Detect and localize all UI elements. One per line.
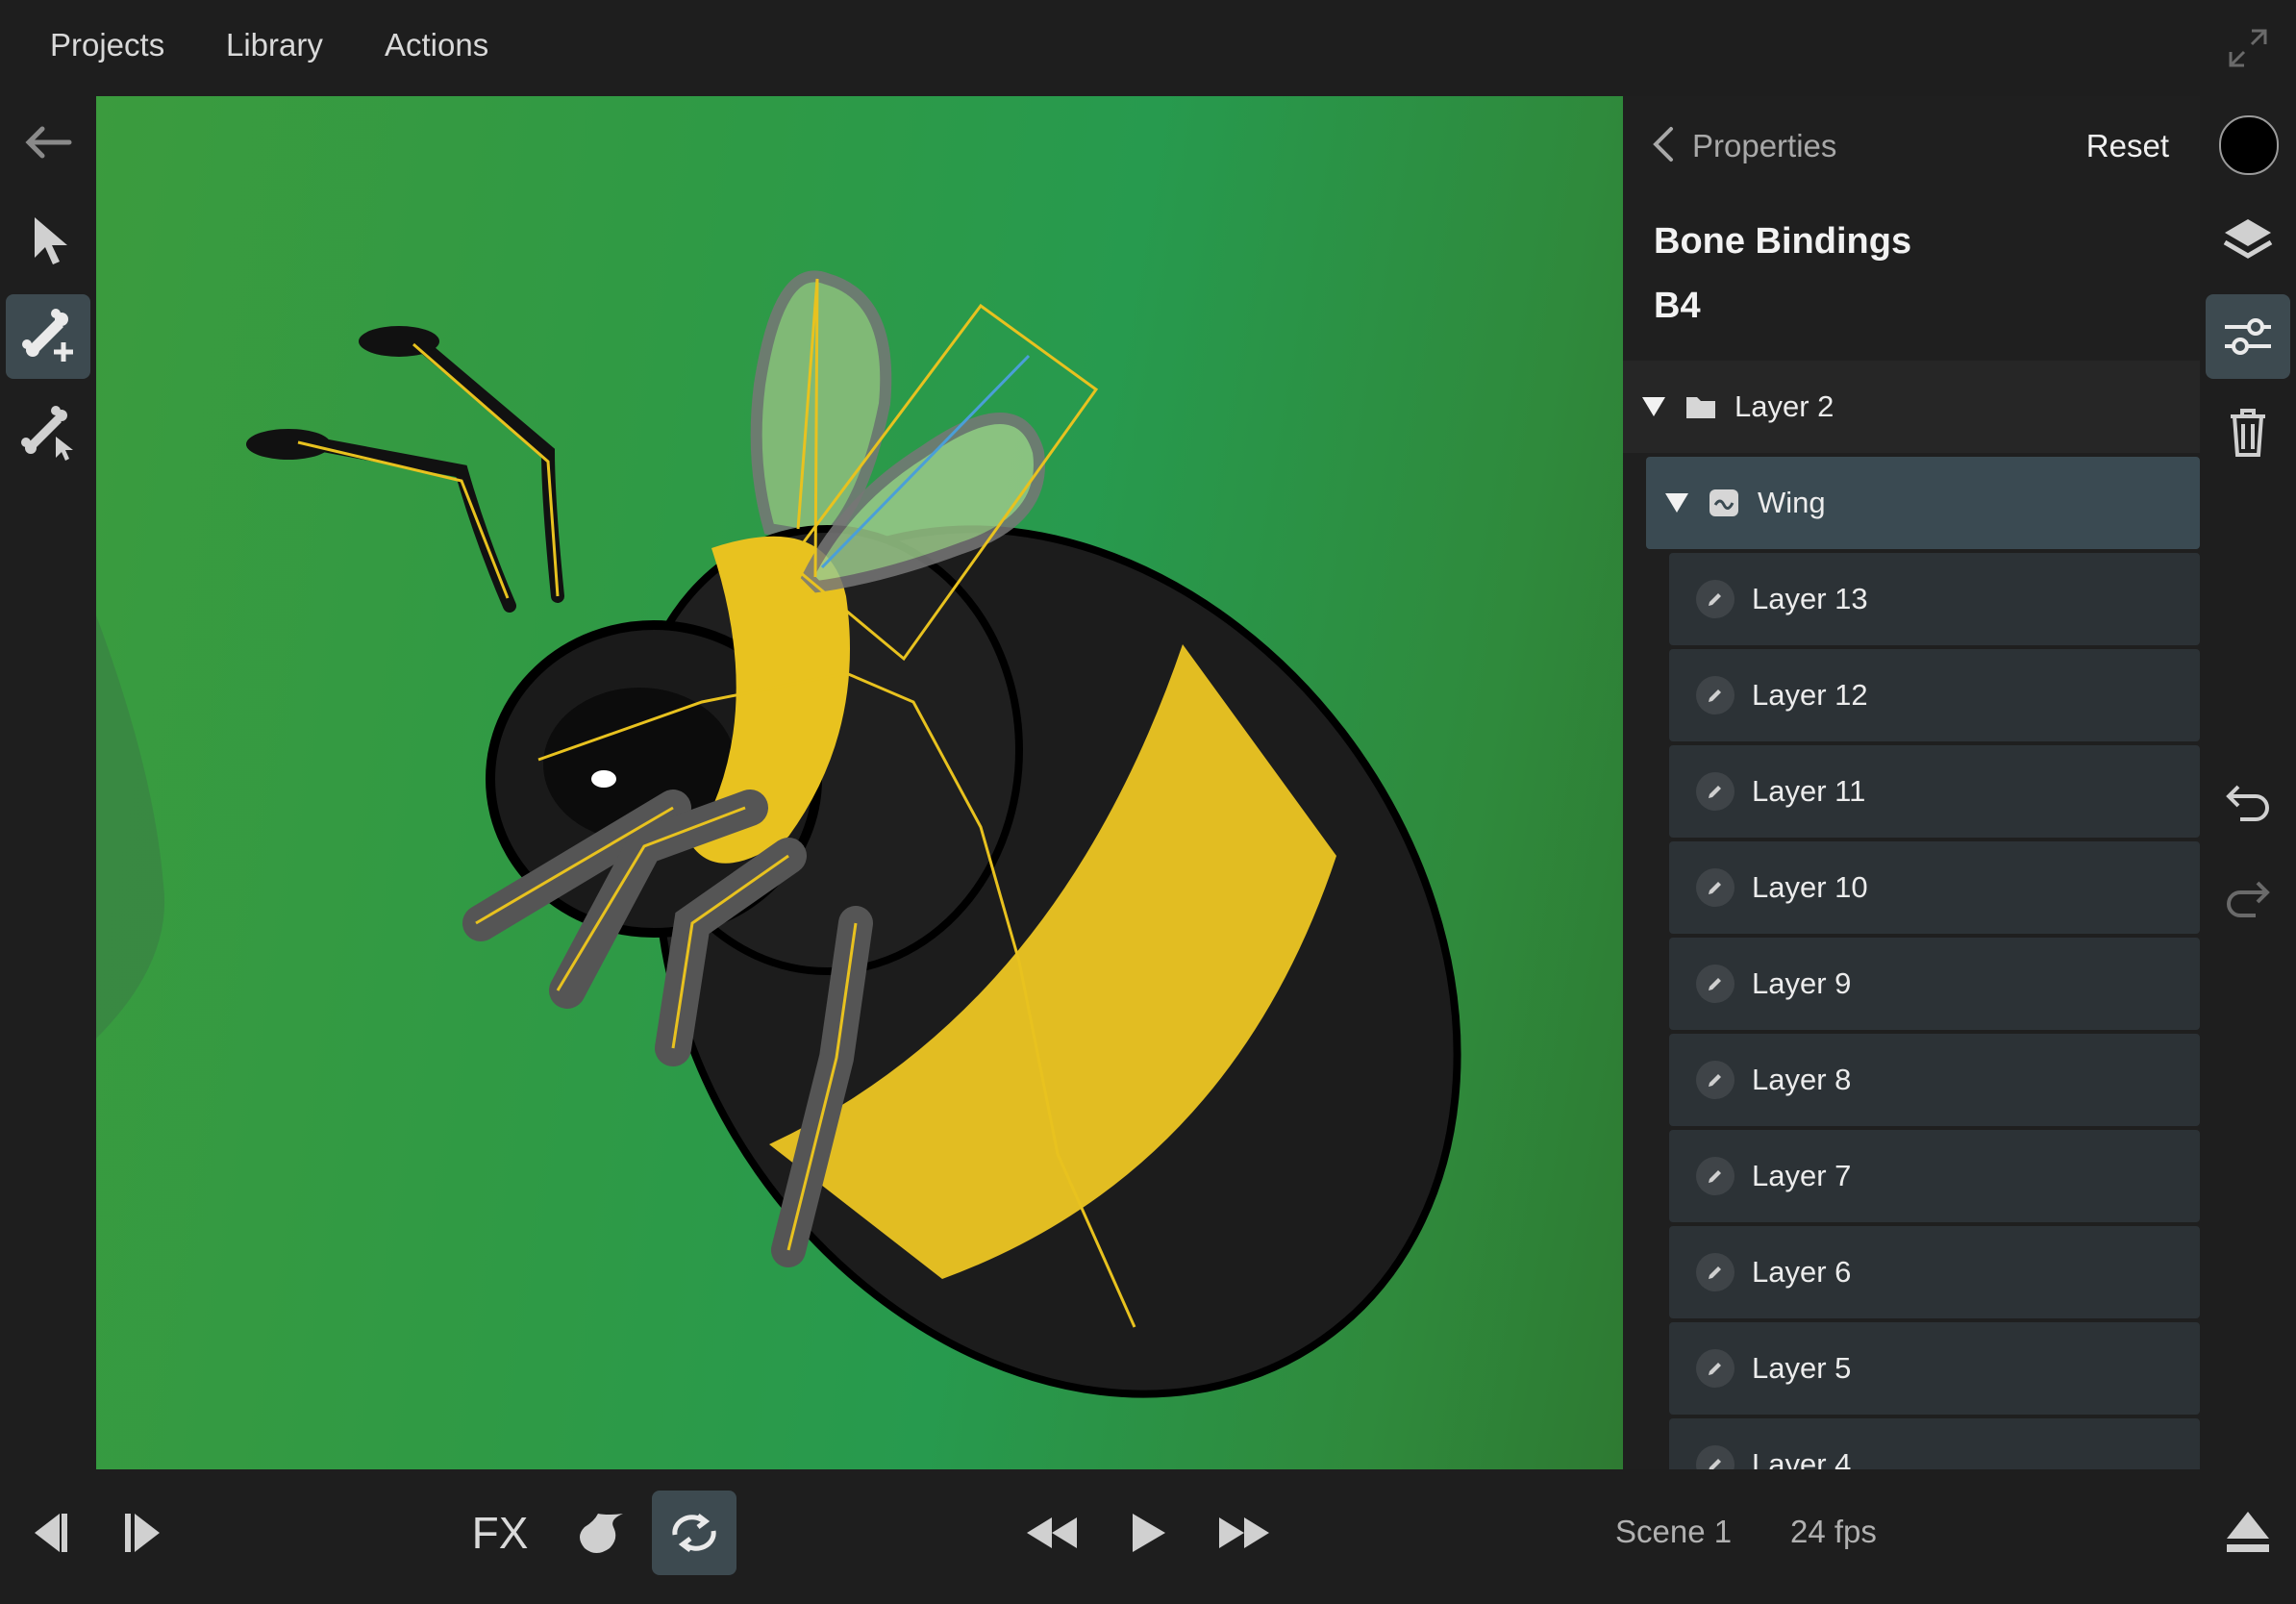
properties-back-label[interactable]: Properties — [1692, 128, 1836, 164]
scene-selector[interactable]: Scene 1 — [1615, 1514, 1732, 1550]
menu-library[interactable]: Library — [226, 27, 323, 63]
wing-group-label: Wing — [1758, 486, 1826, 519]
panel-header: Properties Reset — [1623, 96, 2200, 192]
back-arrow-icon[interactable] — [6, 100, 90, 185]
redo-icon[interactable] — [2206, 856, 2290, 940]
chevron-left-icon[interactable] — [1650, 125, 1677, 168]
disclosure-triangle-icon[interactable] — [1642, 397, 1665, 416]
brush-icon — [1696, 1253, 1734, 1291]
right-toolbar — [2200, 96, 2296, 1469]
fx-button[interactable]: FX — [458, 1491, 542, 1575]
bone-name: B4 — [1654, 286, 1701, 326]
disclosure-triangle-icon[interactable] — [1665, 493, 1688, 513]
pointer-arrow-icon[interactable] — [6, 198, 90, 283]
fps-selector[interactable]: 24 fps — [1790, 1514, 1877, 1550]
layer-group-label: Layer 2 — [1734, 389, 1834, 423]
trash-icon[interactable] — [2206, 390, 2290, 475]
layer-label: Layer 11 — [1752, 774, 1866, 808]
layers-icon[interactable] — [2206, 198, 2290, 283]
layer-label: Layer 13 — [1752, 582, 1868, 615]
layer-row[interactable]: Layer 13 — [1669, 553, 2200, 645]
panel-title: Bone Bindings — [1654, 221, 1912, 262]
menu-projects[interactable]: Projects — [50, 27, 164, 63]
loop-icon[interactable] — [652, 1491, 736, 1575]
fx-label: FX — [471, 1508, 529, 1558]
layer-label: Layer 4 — [1752, 1447, 1852, 1469]
brush-icon — [1696, 1349, 1734, 1388]
brush-icon — [1696, 580, 1734, 618]
eject-icon[interactable] — [2206, 1491, 2290, 1575]
layer-row[interactable]: Layer 8 — [1669, 1034, 2200, 1126]
layer-label: Layer 6 — [1752, 1255, 1852, 1289]
layer-label: Layer 7 — [1752, 1159, 1852, 1192]
layer-row[interactable]: Layer 4 — [1669, 1418, 2200, 1469]
brush-icon — [1696, 868, 1734, 907]
brush-icon — [1696, 1157, 1734, 1195]
menu-bar: Projects Library Actions — [0, 0, 2296, 96]
bee-illustration — [96, 270, 1461, 1398]
brush-icon — [1696, 1061, 1734, 1099]
brush-icon — [1696, 965, 1734, 1003]
reset-button[interactable]: Reset — [2086, 128, 2169, 164]
layer-row[interactable]: Layer 11 — [1669, 745, 2200, 838]
layer-label: Layer 8 — [1752, 1063, 1852, 1096]
symbol-layer-icon — [1710, 489, 1738, 516]
layer-row[interactable]: Layer 10 — [1669, 841, 2200, 934]
layer-row[interactable]: Layer 12 — [1669, 649, 2200, 741]
undo-icon[interactable] — [2206, 760, 2290, 844]
brush-icon — [1696, 676, 1734, 714]
play-icon[interactable] — [1106, 1491, 1190, 1575]
layer-row[interactable]: Layer 9 — [1669, 938, 2200, 1030]
step-back-icon[interactable] — [4, 1491, 88, 1575]
layer-row[interactable]: Layer 6 — [1669, 1226, 2200, 1318]
rewind-icon[interactable] — [1010, 1491, 1094, 1575]
bone-select-icon[interactable] — [6, 390, 90, 475]
folder-icon — [1686, 397, 1715, 418]
step-forward-icon[interactable] — [104, 1491, 188, 1575]
properties-panel: Properties Reset Bone Bindings B4 Layer … — [1623, 96, 2200, 1469]
layer-label: Layer 9 — [1752, 966, 1852, 1000]
layer-label: Layer 12 — [1752, 678, 1868, 712]
onion-skin-icon[interactable] — [556, 1491, 640, 1575]
wing-group-row[interactable]: Wing — [1646, 457, 2200, 549]
layer-row[interactable]: Layer 5 — [1669, 1322, 2200, 1415]
brush-icon — [1696, 1445, 1734, 1469]
layer-label: Layer 5 — [1752, 1351, 1852, 1385]
fast-forward-icon[interactable] — [1202, 1491, 1286, 1575]
layer-group-row[interactable]: Layer 2 — [1623, 361, 2200, 453]
sliders-icon[interactable] — [2206, 294, 2290, 379]
layer-label: Layer 10 — [1752, 870, 1868, 904]
menu-actions[interactable]: Actions — [385, 27, 488, 63]
brush-icon — [1696, 772, 1734, 811]
timeline-bar: FX Scene 1 24 fps — [0, 1469, 2296, 1604]
add-bone-icon[interactable] — [6, 294, 90, 379]
expand-arrows-icon[interactable] — [2223, 23, 2273, 73]
drawing-canvas[interactable] — [96, 96, 1623, 1469]
color-swatch[interactable] — [2219, 115, 2279, 175]
layer-row[interactable]: Layer 7 — [1669, 1130, 2200, 1222]
